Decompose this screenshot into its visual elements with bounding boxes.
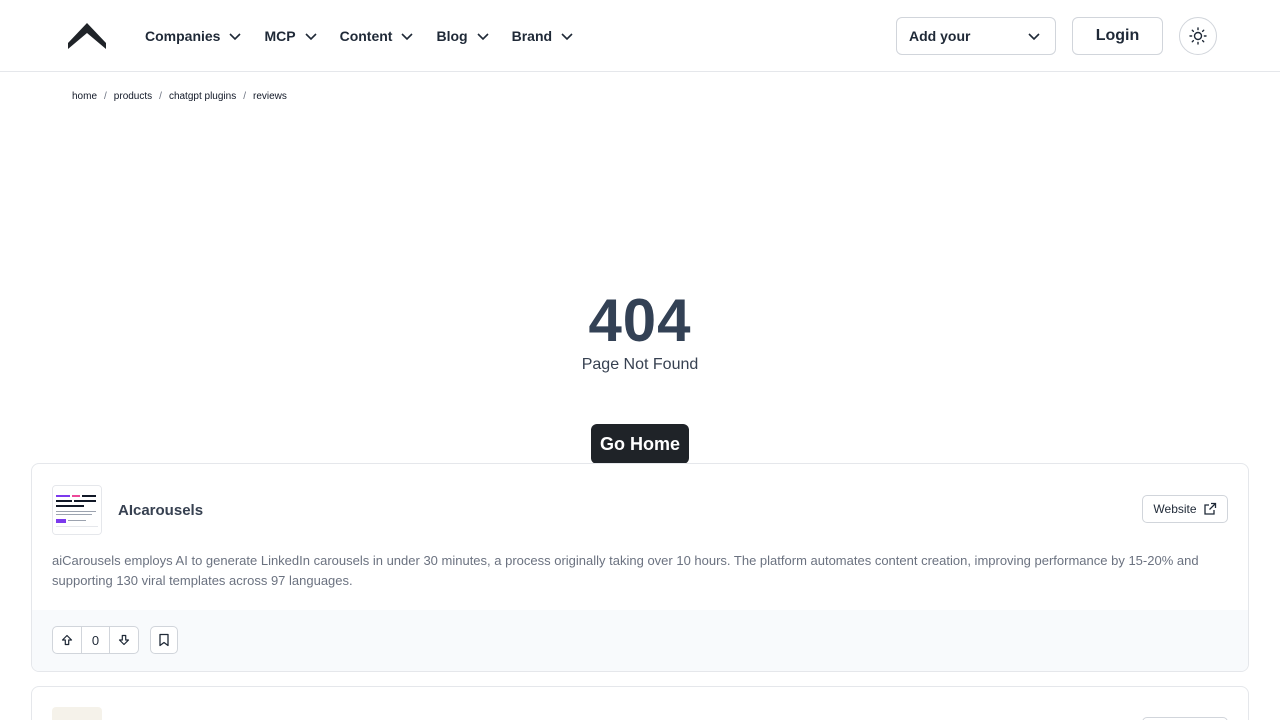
nav-brand[interactable]: Brand bbox=[512, 28, 574, 44]
error-message: Page Not Found bbox=[581, 356, 699, 373]
external-link-icon bbox=[1203, 502, 1216, 515]
sun-icon bbox=[1189, 27, 1207, 45]
breadcrumb-products[interactable]: products bbox=[114, 91, 152, 102]
product-title[interactable]: AIcarousels bbox=[118, 502, 203, 519]
main-nav: Companies MCP Content Blog Brand bbox=[145, 0, 596, 72]
nav-label: Brand bbox=[511, 28, 553, 44]
error-code: 404 bbox=[588, 287, 692, 354]
upvote-button[interactable] bbox=[53, 627, 81, 653]
site-header: Companies MCP Content Blog Brand Add you… bbox=[0, 0, 1280, 72]
bookmark-icon bbox=[159, 633, 169, 647]
nav-label: Content bbox=[339, 28, 393, 44]
breadcrumb: home / products / chatgpt plugins / revi… bbox=[72, 91, 287, 102]
breadcrumb-separator: / bbox=[243, 91, 246, 102]
vote-group: 0 bbox=[52, 626, 139, 654]
breadcrumb-separator: / bbox=[159, 91, 162, 102]
chevron-down-icon bbox=[477, 33, 489, 41]
breadcrumb-separator: / bbox=[104, 91, 107, 102]
product-thumbnail[interactable] bbox=[52, 707, 102, 720]
downvote-button[interactable] bbox=[110, 627, 138, 653]
arrow-down-icon bbox=[118, 634, 130, 646]
breadcrumb-chatgpt-plugins[interactable]: chatgpt plugins bbox=[169, 91, 236, 102]
go-home-button[interactable]: Go Home bbox=[591, 424, 689, 464]
theme-toggle-button[interactable] bbox=[1179, 17, 1217, 55]
chevron-down-icon bbox=[561, 33, 573, 41]
chevron-down-icon bbox=[229, 33, 242, 41]
product-thumbnail[interactable] bbox=[52, 485, 102, 535]
nav-content[interactable]: Content bbox=[340, 28, 415, 44]
nav-label: Blog bbox=[436, 28, 468, 44]
nav-companies[interactable]: Companies bbox=[145, 28, 242, 44]
login-button[interactable]: Login bbox=[1072, 17, 1163, 55]
chevron-down-icon bbox=[401, 33, 414, 41]
nav-blog[interactable]: Blog bbox=[436, 28, 489, 44]
nav-label: MCP bbox=[264, 28, 296, 44]
logo-icon[interactable] bbox=[68, 21, 106, 51]
product-card bbox=[31, 686, 1249, 720]
arrow-up-icon bbox=[61, 634, 73, 646]
website-button[interactable]: Website bbox=[1142, 495, 1228, 523]
chevron-down-icon bbox=[305, 33, 317, 41]
nav-label: Companies bbox=[145, 28, 221, 44]
product-description: aiCarousels employs AI to generate Linke… bbox=[52, 553, 1199, 588]
add-your-select[interactable]: Add your bbox=[896, 17, 1056, 55]
card-footer: 0 bbox=[32, 610, 1248, 671]
breadcrumb-reviews[interactable]: reviews bbox=[253, 91, 287, 102]
bookmark-button[interactable] bbox=[150, 626, 178, 654]
website-button-label: Website bbox=[1153, 502, 1197, 516]
add-your-select-value: Add your bbox=[909, 28, 971, 44]
nav-mcp[interactable]: MCP bbox=[264, 28, 317, 44]
vote-count: 0 bbox=[81, 627, 110, 653]
chevron-down-icon bbox=[1028, 33, 1040, 41]
breadcrumb-home[interactable]: home bbox=[72, 91, 97, 102]
product-card: AIcarousels Website aiCarousels employs … bbox=[31, 463, 1249, 672]
